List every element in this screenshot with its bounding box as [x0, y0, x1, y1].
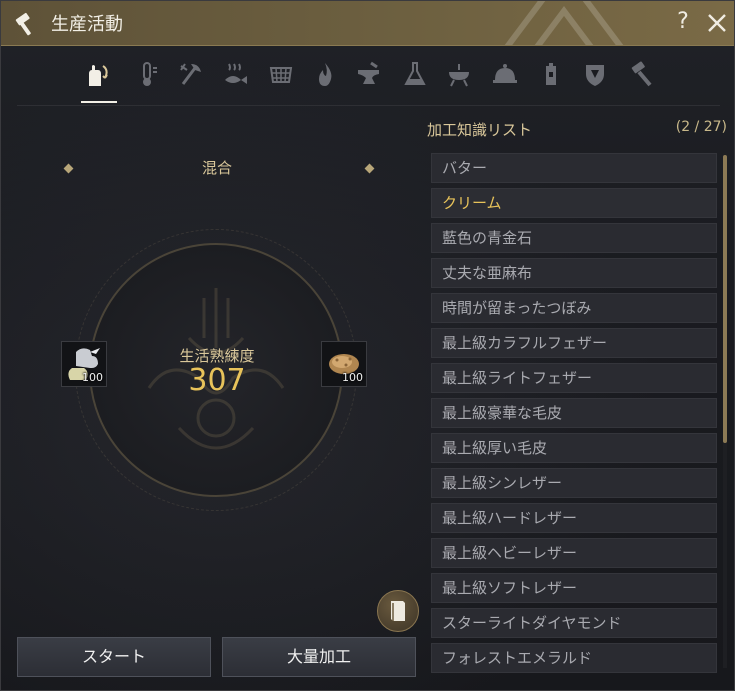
help-button[interactable]: ?: [671, 8, 695, 36]
anvil-icon: [358, 61, 379, 84]
knowledge-list-title: 加工知識リスト: [427, 121, 533, 139]
net-icon: [269, 67, 293, 83]
grill-icon: [449, 64, 469, 87]
knowledge-list-item[interactable]: クリーム: [431, 188, 717, 218]
knowledge-panel: 加工知識リスト (2 / 27) バタークリーム藍色の青金石 丈夫な亜麻布 時間が留…: [425, 113, 731, 683]
recipe-book-button[interactable]: [377, 590, 419, 632]
knowledge-list-item[interactable]: 最上級ヘビーレザー: [431, 538, 717, 568]
ingredient-slot-left[interactable]: 100: [61, 341, 107, 387]
knowledge-list-item[interactable]: バター: [431, 153, 717, 183]
process-mode-title: 混合: [201, 159, 232, 177]
knowledge-list-item[interactable]: 最上級ハードレザー: [431, 503, 717, 533]
ingredient-left-quantity: 100: [82, 371, 103, 384]
start-button[interactable]: スタート: [17, 637, 211, 677]
ingredient-slot-right[interactable]: 100: [321, 341, 367, 387]
book-icon: [391, 601, 405, 621]
title-decoration: [504, 1, 624, 45]
knowledge-list-item[interactable]: 最上級ライトフェザー: [431, 363, 717, 393]
knowledge-list: バタークリーム藍色の青金石 丈夫な亜麻布 時間が留まったつぼみ 最上級カラフルフェザー…: [431, 153, 717, 678]
hammer-icon: [15, 12, 31, 36]
process-panel: 混合 生活熟練度 307 100 100 スタート 大量加工: [17, 113, 419, 683]
fish-icon: [225, 63, 247, 84]
tab-lumbering[interactable]: [171, 55, 211, 101]
tab-building[interactable]: [531, 55, 571, 101]
tab-mixing[interactable]: [77, 55, 117, 103]
tab-fishing[interactable]: [215, 55, 255, 101]
flask-icon: [404, 62, 426, 85]
knowledge-list-item[interactable]: 最上級ソフトレザー: [431, 573, 717, 603]
axe-icon: [180, 63, 201, 85]
cloche-icon: [493, 64, 517, 83]
knowledge-list-item[interactable]: 最上級豪華な毛皮: [431, 398, 717, 428]
activity-tabs: [71, 55, 671, 105]
tab-cooking[interactable]: [485, 55, 525, 101]
mixing-hand-icon: [89, 65, 108, 86]
crest-icon: [586, 65, 604, 86]
close-icon[interactable]: [704, 10, 730, 36]
knowledge-list-item[interactable]: フォレストエメラルド: [431, 643, 717, 673]
knowledge-list-item[interactable]: 丈夫な亜麻布: [431, 258, 717, 288]
knowledge-list-count: (2 / 27): [675, 119, 727, 135]
tab-hunting[interactable]: [261, 55, 301, 101]
knowledge-list-item[interactable]: スターライトダイヤモンド: [431, 608, 717, 638]
tab-smithing[interactable]: [349, 55, 389, 101]
bulk-process-button[interactable]: 大量加工: [222, 637, 416, 677]
flame-icon: [319, 63, 332, 86]
thermometer-icon: [143, 62, 157, 86]
tab-tools[interactable]: [621, 55, 661, 101]
knowledge-list-item[interactable]: 最上級シンレザー: [431, 468, 717, 498]
title-bar[interactable]: 生産活動 ?: [1, 1, 734, 46]
tab-guild[interactable]: [575, 55, 615, 101]
tab-alchemy[interactable]: [395, 55, 435, 101]
knowledge-list-item[interactable]: 最上級カラフルフェザー: [431, 328, 717, 358]
tab-grilling[interactable]: [439, 55, 479, 101]
knowledge-list-item[interactable]: 最上級厚い毛皮: [431, 433, 717, 463]
tower-icon: [546, 63, 556, 85]
production-window: 生産活動 ? 混合 生活熟練度 307 100 100 スタート 大量加工 加工…: [0, 0, 735, 691]
tab-gathering[interactable]: [127, 55, 167, 101]
ingredient-right-quantity: 100: [342, 371, 363, 384]
tab-divider: [17, 105, 720, 106]
window-title: 生産活動: [51, 14, 123, 35]
hammer-icon: [631, 61, 652, 87]
scrollbar-thumb[interactable]: [723, 155, 727, 443]
knowledge-list-item[interactable]: 藍色の青金石: [431, 223, 717, 253]
knowledge-list-item[interactable]: 時間が留まったつぼみ: [431, 293, 717, 323]
tab-heating[interactable]: [305, 55, 345, 101]
